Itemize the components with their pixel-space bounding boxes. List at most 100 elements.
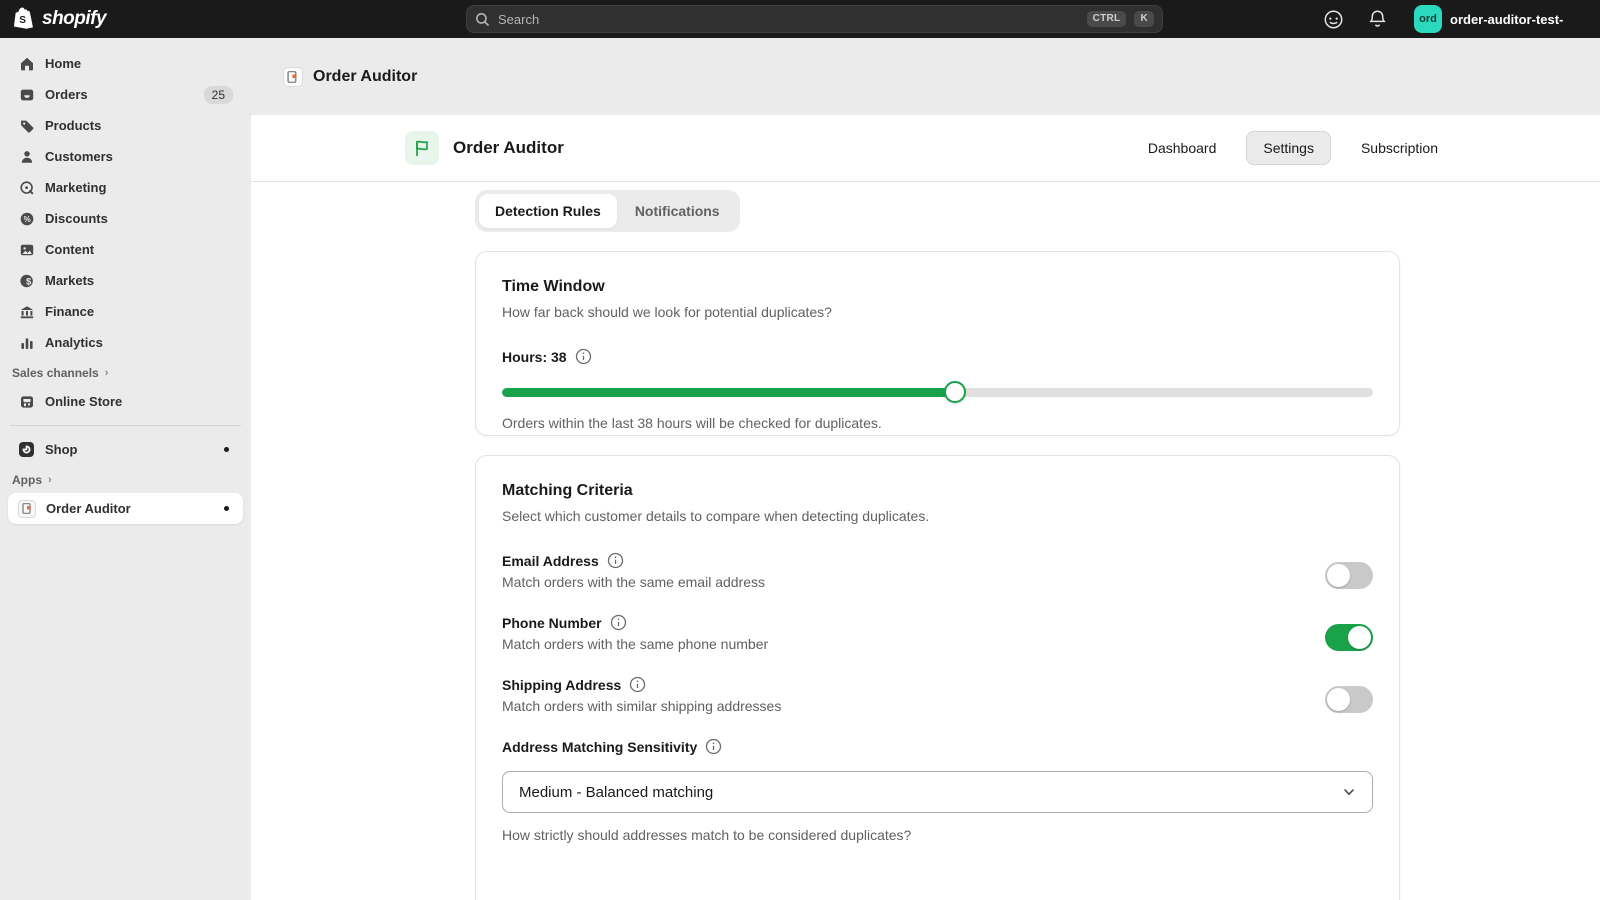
sidebar-item-label: Online Store [45, 394, 233, 409]
card-title: Matching Criteria [502, 482, 1373, 500]
sidebar-item-label: Finance [45, 304, 233, 319]
slider-helper-text: Orders within the last 38 hours will be … [502, 415, 1373, 431]
search-input[interactable]: Search CTRL K [466, 5, 1163, 33]
order-auditor-app-icon [283, 67, 303, 87]
app-nav: Dashboard Settings Subscription [1132, 131, 1454, 165]
info-icon[interactable] [607, 552, 624, 569]
shopify-logo[interactable]: S shopify [12, 6, 252, 32]
brand-wordmark: shopify [42, 8, 106, 30]
apps-label: Apps [12, 473, 42, 487]
sidebar-item-label: Marketing [45, 180, 233, 195]
shipping-address-toggle[interactable] [1325, 686, 1373, 713]
nav-dashboard[interactable]: Dashboard [1132, 132, 1233, 164]
sensitivity-select[interactable]: Medium - Balanced matching [502, 771, 1373, 813]
tag-icon [18, 117, 35, 134]
criteria-description: Match orders with similar shipping addre… [502, 698, 1325, 714]
shop-app-icon [18, 441, 35, 458]
topbar: S shopify Search CTRL K [0, 0, 1600, 38]
nav-subscription[interactable]: Subscription [1345, 132, 1454, 164]
globe-dollar-icon: $ [18, 272, 35, 289]
info-icon[interactable] [610, 614, 627, 631]
info-icon[interactable] [575, 348, 592, 365]
settings-content: Detection Rules Notifications Time Windo… [251, 182, 1600, 900]
sidebar-item-label: Products [45, 118, 233, 133]
time-window-card: Time Window How far back should we look … [475, 251, 1400, 436]
hours-slider[interactable] [502, 381, 1373, 403]
orders-count-badge: 25 [204, 86, 233, 104]
tab-notifications[interactable]: Notifications [619, 194, 736, 228]
hours-label: Hours: 38 [502, 349, 567, 365]
svg-text:S: S [19, 15, 26, 26]
info-icon[interactable] [629, 676, 646, 693]
sidebar-item-label: Orders [45, 87, 194, 102]
main-content: Order Auditor Order Auditor Dashboard Se… [251, 38, 1600, 900]
sidebar-item-home[interactable]: Home [8, 48, 243, 79]
sidebar-divider [10, 425, 241, 426]
sidebar-item-orders[interactable]: Orders 25 [8, 79, 243, 110]
tab-detection-rules[interactable]: Detection Rules [479, 194, 617, 228]
sidebar-item-label: Shop [45, 442, 214, 457]
sidebar-item-discounts[interactable]: % Discounts [8, 203, 243, 234]
criteria-description: Match orders with the same email address [502, 574, 1325, 590]
sidebar-item-label: Markets [45, 273, 233, 288]
notification-dot [224, 447, 229, 452]
sales-channels-header[interactable]: Sales channels › [8, 358, 243, 386]
criteria-row-email: Email Address Match orders with the same… [502, 552, 1373, 590]
chevron-down-icon [1342, 785, 1356, 799]
slider-track [502, 388, 1373, 397]
discount-icon: % [18, 210, 35, 227]
sidebar-item-markets[interactable]: $ Markets [8, 265, 243, 296]
sidebar-item-marketing[interactable]: Marketing [8, 172, 243, 203]
card-subtitle: Select which customer details to compare… [502, 508, 1373, 524]
sales-channels-label: Sales channels [12, 366, 99, 380]
settings-tabs: Detection Rules Notifications [475, 190, 740, 232]
chevron-right-icon: › [105, 367, 109, 379]
image-icon [18, 241, 35, 258]
kbd-ctrl: CTRL [1087, 11, 1127, 27]
sidebar: Home Orders 25 Products Customers [0, 38, 251, 900]
sidebar-item-label: Discounts [45, 211, 233, 226]
bank-icon [18, 303, 35, 320]
matching-criteria-card: Matching Criteria Select which customer … [475, 455, 1400, 900]
sidebar-item-settings[interactable]: Settings [8, 893, 243, 900]
shopify-bag-icon: S [12, 6, 36, 32]
slider-fill [502, 388, 955, 397]
nav-settings[interactable]: Settings [1246, 131, 1331, 165]
criteria-label: Email Address [502, 553, 599, 569]
card-subtitle: How far back should we look for potentia… [502, 304, 1373, 320]
email-address-toggle[interactable] [1325, 562, 1373, 589]
sidebar-item-shop[interactable]: Shop [8, 434, 243, 465]
criteria-label: Phone Number [502, 615, 602, 631]
slider-thumb[interactable] [944, 381, 966, 403]
sidekick-assistant-icon[interactable] [1322, 8, 1344, 30]
target-icon [18, 179, 35, 196]
chevron-right-icon: › [48, 474, 52, 486]
page-title: Order Auditor [313, 68, 417, 86]
phone-number-toggle[interactable] [1325, 624, 1373, 651]
home-icon [18, 55, 35, 72]
storefront-icon [18, 393, 35, 410]
card-title: Time Window [502, 278, 1373, 296]
sidebar-item-analytics[interactable]: Analytics [8, 327, 243, 358]
sidebar-item-order-auditor[interactable]: Order Auditor [8, 493, 243, 524]
sidebar-item-online-store[interactable]: Online Store [8, 386, 243, 417]
sidebar-item-finance[interactable]: Finance [8, 296, 243, 327]
app-title: Order Auditor [453, 138, 1132, 158]
notifications-bell-icon[interactable] [1366, 8, 1388, 30]
sidebar-item-content[interactable]: Content [8, 234, 243, 265]
bar-chart-icon [18, 334, 35, 351]
apps-header[interactable]: Apps › [8, 465, 243, 493]
search-placeholder: Search [498, 12, 1079, 27]
sensitivity-label: Address Matching Sensitivity [502, 739, 697, 755]
criteria-description: Match orders with the same phone number [502, 636, 1325, 652]
kbd-k: K [1134, 11, 1154, 27]
flag-icon [405, 131, 439, 165]
store-switcher[interactable]: ord order-auditor-test- [1410, 0, 1600, 38]
info-icon[interactable] [705, 738, 722, 755]
criteria-row-phone: Phone Number Match orders with the same … [502, 614, 1373, 652]
svg-text:%: % [23, 215, 30, 224]
sidebar-item-customers[interactable]: Customers [8, 141, 243, 172]
notification-dot [224, 506, 229, 511]
sidebar-item-label: Home [45, 56, 233, 71]
sidebar-item-products[interactable]: Products [8, 110, 243, 141]
